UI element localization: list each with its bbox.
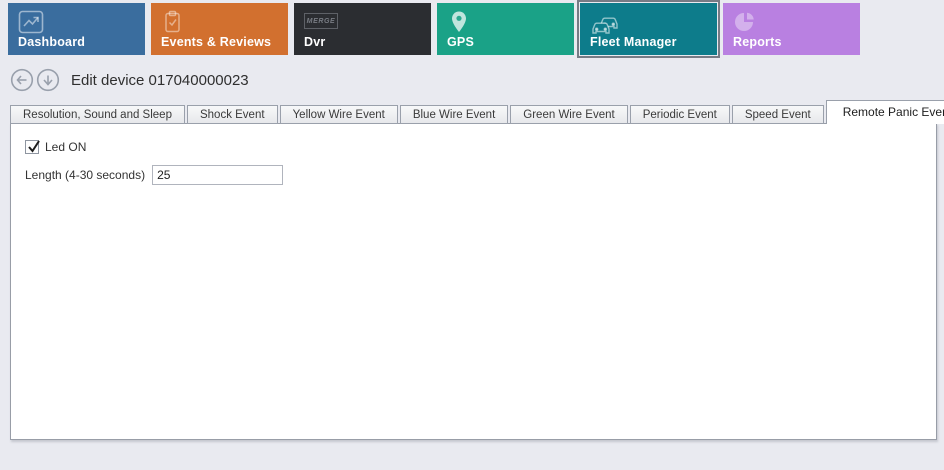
- merge-logo: MERGE: [304, 13, 431, 37]
- top-nav: Dashboard Events & Reviews MERGE Dvr GPS: [0, 0, 944, 60]
- down-arrow-icon: [36, 68, 60, 92]
- nav-tile-dashboard[interactable]: Dashboard: [8, 3, 145, 55]
- nav-tile-events-reviews[interactable]: Events & Reviews: [151, 3, 288, 55]
- cars-icon: [590, 10, 717, 34]
- nav-tile-gps[interactable]: GPS: [437, 3, 574, 55]
- nav-tile-dvr[interactable]: MERGE Dvr: [294, 3, 431, 55]
- map-pin-icon: [447, 10, 574, 34]
- page-title: Edit device 017040000023: [71, 72, 249, 89]
- tab-blue-wire-event[interactable]: Blue Wire Event: [400, 105, 508, 124]
- led-on-row: Led ON: [25, 138, 936, 156]
- checkmark-icon: [27, 138, 41, 154]
- tab-remote-panic-event[interactable]: Remote Panic Event: [826, 100, 944, 124]
- tab-periodic-event[interactable]: Periodic Event: [630, 105, 730, 124]
- left-arrow-icon: [10, 68, 34, 92]
- remote-panic-event-panel: Led ON Length (4-30 seconds): [10, 123, 937, 440]
- nav-tile-label: Fleet Manager: [590, 35, 677, 49]
- nav-tile-label: Dvr: [304, 35, 325, 49]
- led-on-checkbox[interactable]: [25, 140, 39, 154]
- page-header: Edit device 017040000023: [0, 60, 944, 100]
- tab-resolution-sound-sleep[interactable]: Resolution, Sound and Sleep: [10, 105, 185, 124]
- tab-speed-event[interactable]: Speed Event: [732, 105, 824, 124]
- length-label: Length (4-30 seconds): [25, 168, 145, 182]
- tab-shock-event[interactable]: Shock Event: [187, 105, 278, 124]
- merge-logo-text: MERGE: [304, 13, 338, 29]
- led-on-label: Led ON: [45, 140, 86, 154]
- line-chart-icon: [18, 10, 145, 34]
- tab-green-wire-event[interactable]: Green Wire Event: [510, 105, 627, 124]
- clipboard-check-icon: [161, 10, 288, 34]
- tab-yellow-wire-event[interactable]: Yellow Wire Event: [280, 105, 398, 124]
- length-input[interactable]: [152, 165, 283, 185]
- pie-chart-icon: [733, 10, 860, 34]
- nav-tile-reports[interactable]: Reports: [723, 3, 860, 55]
- nav-tile-label: Reports: [733, 35, 782, 49]
- length-row: Length (4-30 seconds): [25, 165, 936, 185]
- nav-tile-label: Dashboard: [18, 35, 85, 49]
- device-settings-tabs: Resolution, Sound and Sleep Shock Event …: [10, 100, 944, 124]
- back-button[interactable]: [10, 68, 34, 92]
- down-button[interactable]: [36, 68, 60, 92]
- nav-tile-label: GPS: [447, 35, 474, 49]
- nav-tile-fleet-manager[interactable]: Fleet Manager: [580, 3, 717, 55]
- nav-tile-label: Events & Reviews: [161, 35, 271, 49]
